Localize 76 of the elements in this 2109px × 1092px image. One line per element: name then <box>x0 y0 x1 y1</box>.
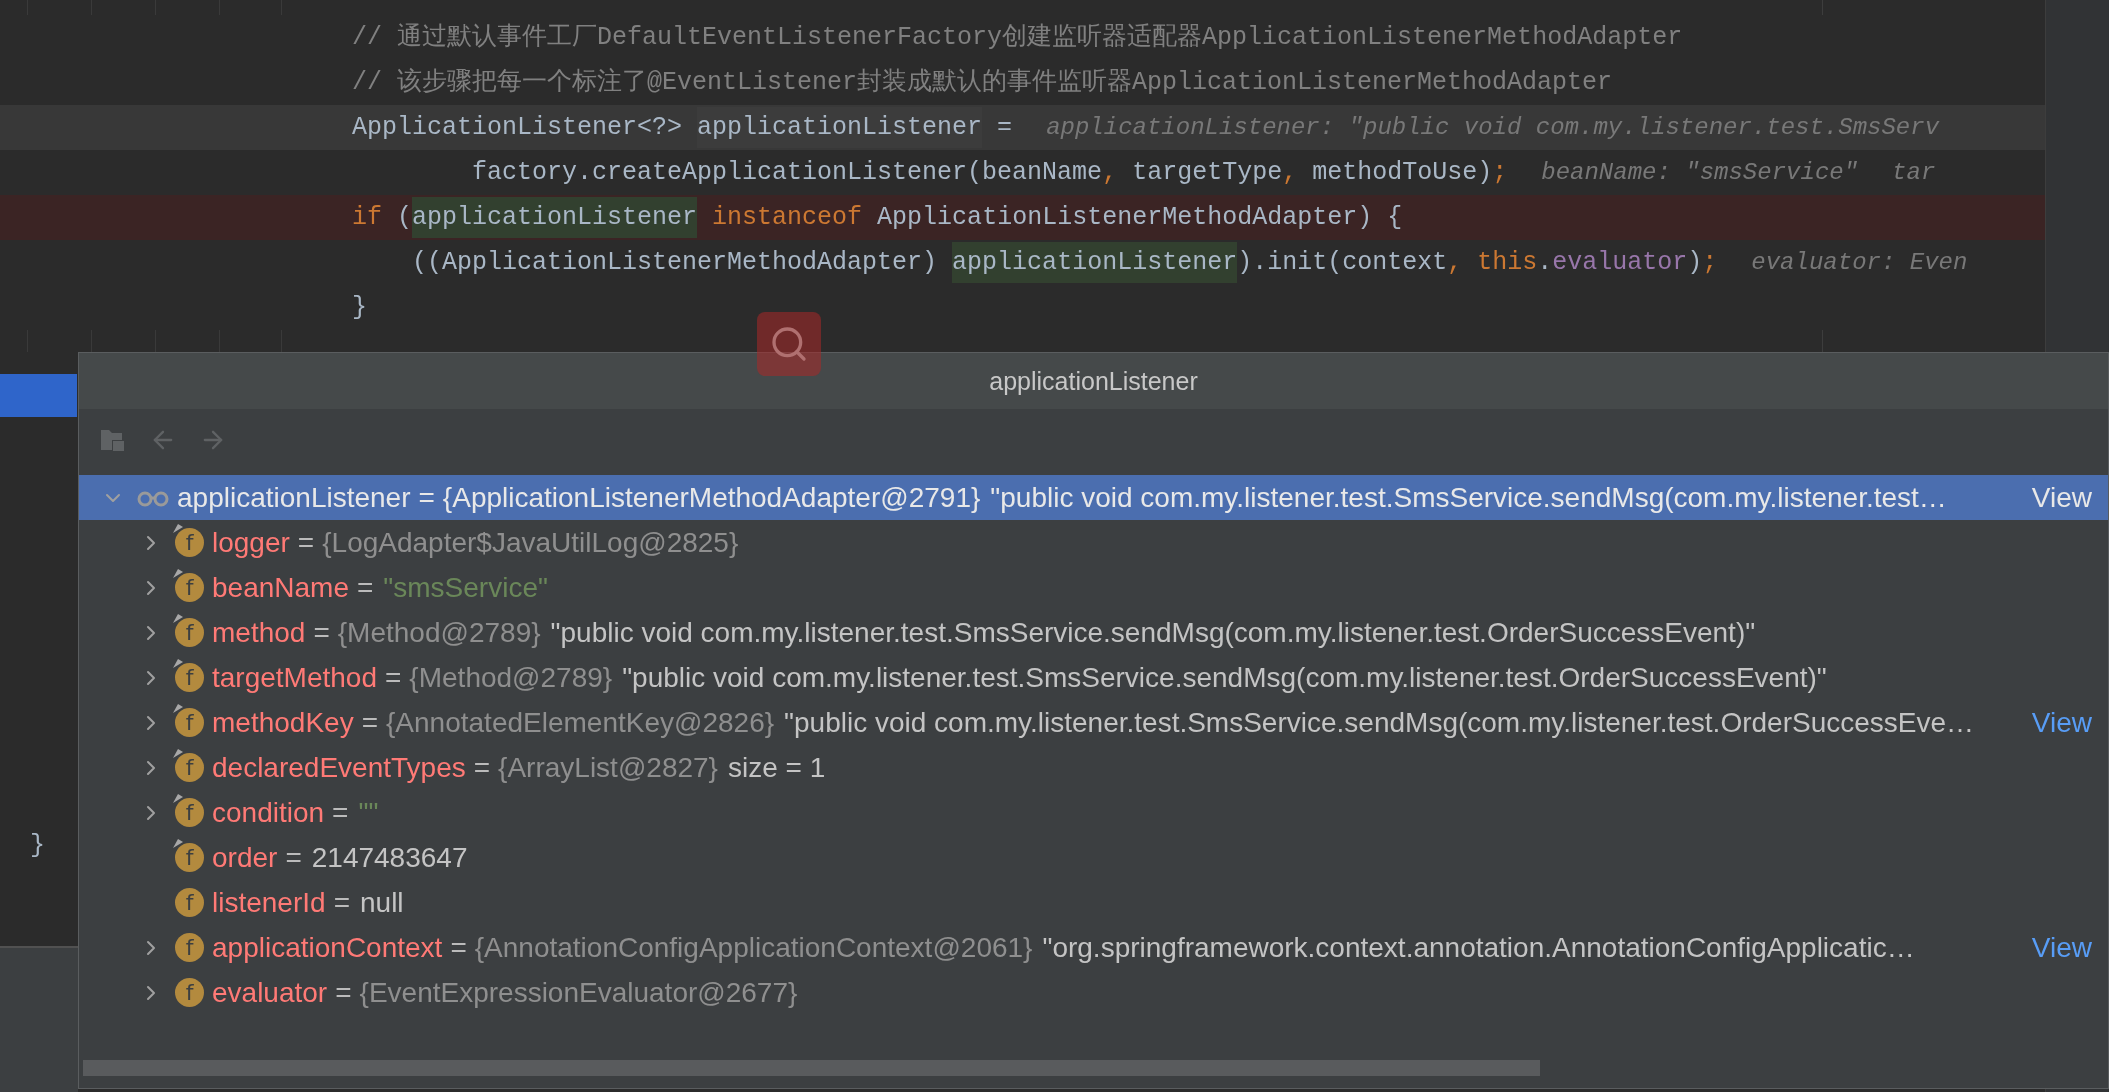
equals-sign: = <box>450 931 467 964</box>
code-text: } <box>352 292 367 324</box>
tree-row[interactable]: f listenerId = null <box>79 880 2108 925</box>
value-text: "smsService" <box>383 571 548 604</box>
equals-sign: = <box>357 571 374 604</box>
value-text: "public void com.my.listener.test.SmsService.sendMsg(com.my.listener.test.OrderSuccessEvent)" <box>550 616 1756 649</box>
variable-name: beanName <box>212 571 349 604</box>
type-label: {ApplicationListenerMethodAdapter@2791} <box>442 481 981 514</box>
equals-sign: = <box>333 886 350 919</box>
equals-sign: = <box>285 841 302 874</box>
value-text: size = 1 <box>727 751 826 784</box>
code-text: ApplicationListener<?> applicationListener = <box>352 107 1013 148</box>
value-text: "public void com.my.listener.test.SmsService.sendMsg(com.my.listener.test.OrderSuccessEve… <box>784 706 1975 739</box>
variable-name: logger <box>212 526 290 559</box>
field-icon: f <box>175 978 204 1007</box>
type-label: {Method@2789} <box>409 661 613 694</box>
variable-name: methodKey <box>212 706 354 739</box>
code-text: if (applicationListener instanceof ApplicationListenerMethodAdapter) { <box>352 197 1403 238</box>
type-label: {ArrayList@2827} <box>498 751 718 784</box>
field-icon: f <box>175 888 204 917</box>
code-text: // 该步骤把每一个标注了@EventListener封装成默认的事件监听器ApplicationListenerMethodAdapter <box>352 67 1613 99</box>
value-text: 2147483647 <box>311 841 468 874</box>
type-label: {Method@2789} <box>337 616 541 649</box>
variable-name: declaredEventTypes <box>212 751 466 784</box>
equals-sign: = <box>385 661 402 694</box>
search-icon <box>769 324 809 364</box>
variable-name: targetMethod <box>212 661 377 694</box>
tree-row[interactable]: f applicationContext = {AnnotationConfigApplicationContext@2061} "org.springframework.context.annotation.AnnotationConfigApplicatic… View <box>79 925 2108 970</box>
view-link[interactable]: View <box>2025 481 2092 514</box>
type-label: {AnnotatedElementKey@2826} <box>386 706 775 739</box>
tree-row[interactable]: f condition = "" <box>79 790 2108 835</box>
tree-row[interactable]: f targetMethod = {Method@2789} "public void com.my.listener.test.SmsService.sendMsg(com.my.listener.test.OrderSuccessEvent)" <box>79 655 2108 700</box>
value-text: "org.springframework.context.annotation.AnnotationConfigApplicatic… <box>1042 931 1915 964</box>
equals-sign: = <box>418 481 435 514</box>
type-label: {EventExpressionEvaluator@2677} <box>359 976 798 1009</box>
inlay-hint: beanName: "smsService" <box>1541 159 1859 186</box>
popup-title: applicationListener <box>989 366 1198 396</box>
variable-name: order <box>212 841 278 874</box>
variable-name: condition <box>212 796 325 829</box>
code-text: factory.createApplicationListener(beanName, targetType, methodToUse); <box>471 157 1508 189</box>
value-text: "" <box>358 796 379 829</box>
equals-sign: = <box>473 751 491 784</box>
equals-sign: = <box>332 796 349 829</box>
type-label: {LogAdapter$JavaUtilLog@2825} <box>322 526 739 559</box>
tree-row[interactable]: f logger = {LogAdapter$JavaUtilLog@2825} <box>79 520 2108 565</box>
tree-row[interactable]: f order = 2147483647 <box>79 835 2108 880</box>
code-text: ((ApplicationListenerMethodAdapter) applicationListener).init(context, this.evaluator); <box>352 242 1718 283</box>
tree-row[interactable]: applicationListener = {ApplicationListenerMethodAdapter@2791} "public void com.my.listener.test.SmsService.sendMsg(com.my.listener.test… View <box>79 475 2108 520</box>
search-button[interactable] <box>757 312 821 376</box>
variable-name: evaluator <box>212 976 328 1009</box>
value-text: null <box>360 886 404 919</box>
variable-name: applicationListener <box>177 481 411 514</box>
variable-name: method <box>212 616 306 649</box>
type-label: {AnnotationConfigApplicationContext@2061} <box>474 931 1033 964</box>
tree-row[interactable]: f methodKey = {AnnotatedElementKey@2826} "public void com.my.listener.test.SmsService.sendMsg(com.my.listener.test.OrderSuccessEve… View <box>79 700 2108 745</box>
equals-sign: = <box>297 526 315 559</box>
code-brace: } <box>29 830 46 862</box>
variable-name: applicationContext <box>212 931 443 964</box>
code-text: // 通过默认事件工厂DefaultEventListenerFactory创建监听器适配器ApplicationListenerMethodAdapter <box>352 22 1683 54</box>
equals-sign: = <box>335 976 352 1009</box>
inlay-hint: evaluator: Even <box>1751 249 1968 276</box>
tree-row[interactable]: f evaluator = {EventExpressionEvaluator@2677} <box>79 970 2108 1015</box>
equals-sign: = <box>361 706 378 739</box>
field-icon: f <box>175 933 204 962</box>
equals-sign: = <box>313 616 330 649</box>
view-link[interactable]: View <box>2025 706 2092 739</box>
scrollbar-thumb[interactable] <box>83 1060 1540 1076</box>
value-text: "public void com.my.listener.test.SmsService.sendMsg(com.my.listener.test.OrderSuccessEvent)" <box>622 661 1827 694</box>
inlay-hint: tar <box>1892 159 1936 186</box>
view-link[interactable]: View <box>2025 931 2092 964</box>
value-text: "public void com.my.listener.test.SmsService.sendMsg(com.my.listener.test… <box>990 481 1947 514</box>
variable-name: listenerId <box>212 886 326 919</box>
tree-row[interactable]: f beanName = "smsService" <box>79 565 2108 610</box>
tree-row[interactable]: f declaredEventTypes = {ArrayList@2827} size = 1 <box>79 745 2108 790</box>
inlay-hint: applicationListener: "public void com.my.listener.test.SmsServ <box>1046 114 1940 141</box>
tree-row[interactable]: f method = {Method@2789} "public void com.my.listener.test.SmsService.sendMsg(com.my.listener.test.OrderSuccessEvent)" <box>79 610 2108 655</box>
